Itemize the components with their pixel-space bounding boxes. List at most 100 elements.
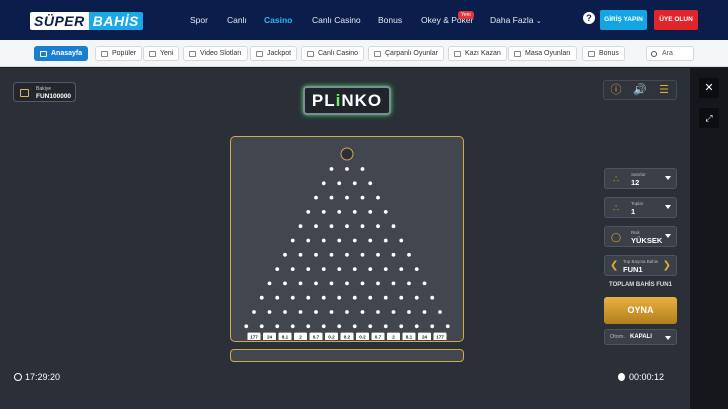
peg [368, 238, 373, 243]
peg [283, 252, 287, 257]
peg [360, 224, 365, 229]
category-label: Çarpanlı Oyunlar [385, 50, 438, 57]
play-button[interactable]: OYNA [604, 297, 677, 324]
peg [368, 324, 373, 329]
peg [259, 324, 264, 329]
signup-button[interactable]: ÜYE OLUN [654, 10, 698, 30]
rows-select[interactable]: ∴ Satırlar 12 [604, 168, 677, 189]
peg [290, 324, 295, 329]
peg [298, 224, 303, 229]
total-bet: TOPLAM BAHİS FUN1 [609, 282, 672, 288]
multiplier-label: 24 [267, 335, 273, 340]
category-masa-oyunlari[interactable]: Masa Oyunları [508, 46, 577, 61]
peg [329, 167, 334, 171]
nav-bonus[interactable]: Bonus [378, 15, 402, 25]
peg [306, 267, 311, 271]
multiplier-slot: 24 [263, 332, 276, 340]
help-button[interactable]: ? [583, 12, 595, 24]
category-bonus[interactable]: Bonus [582, 46, 625, 61]
multiplier-slot: 0.2 [325, 332, 338, 340]
peg [275, 295, 280, 300]
autoplay-select[interactable]: Otom. KAPALI [604, 329, 677, 345]
risk-select[interactable]: ◯ Risk YÜKSEK [604, 226, 677, 247]
category-label: Bonus [599, 50, 619, 57]
peg [290, 238, 295, 243]
plinko-board: 177 24 8.1 2 0.7 0.2 0.2 0.2 0.7 2 8.1 24 177 [230, 136, 464, 342]
peg [337, 238, 342, 243]
category-carpanli-oyunlar[interactable]: Çarpanlı Oyunlar [368, 46, 444, 61]
multiplier-slot: 0.2 [356, 332, 369, 340]
peg [376, 281, 380, 286]
multiplier-label: 8.1 [282, 335, 289, 340]
multiplier-label: 2 [392, 335, 395, 340]
peg [290, 295, 295, 300]
category-jackpot[interactable]: Jackpot [250, 46, 298, 61]
peg [314, 224, 318, 229]
close-icon[interactable]: ✕ [699, 78, 719, 98]
rows-value: 12 [631, 178, 640, 187]
category-yeni[interactable]: Yeni [143, 46, 180, 61]
peg [360, 195, 365, 200]
search-placeholder: Ara [662, 50, 673, 57]
peg [329, 310, 334, 314]
peg [399, 238, 404, 243]
chevron-right-icon[interactable]: ❯ [663, 260, 671, 272]
chevron-down-icon [665, 176, 671, 180]
search-input[interactable]: Ara [646, 46, 694, 61]
nav-canli-casino[interactable]: Canlı Casino [312, 15, 361, 25]
login-button[interactable]: GİRİŞ YAPIN [600, 10, 647, 30]
peg [329, 281, 334, 286]
peg [399, 324, 404, 329]
peg-field: 177 24 8.1 2 0.7 0.2 0.2 0.2 0.7 2 8.1 24 177 [244, 147, 450, 340]
category-label: Popüler [112, 50, 137, 57]
chevron-down-icon: ⌄ [535, 18, 542, 25]
nav-spor[interactable]: Spor [190, 15, 208, 25]
chevron-left-icon[interactable]: ❮ [610, 260, 618, 272]
multiplier-slot: 0.2 [340, 332, 354, 340]
peg [267, 281, 272, 286]
multiplier-slot: 2 [294, 332, 307, 340]
peg [383, 324, 388, 329]
peg [414, 324, 419, 329]
category-label: Canlı Casino [318, 50, 359, 57]
peg [360, 310, 365, 314]
peg [352, 324, 357, 329]
site-logo[interactable]: SÜPER BAHİS [30, 11, 143, 30]
category-video-slotlari[interactable]: Video Slotları [183, 46, 248, 61]
peg [376, 252, 380, 257]
multiplier-label: 0.2 [328, 335, 335, 340]
sound-icon[interactable]: 🔊 [631, 83, 649, 98]
rows-label: Satırlar [631, 172, 646, 177]
menu-icon[interactable]: ☰ [655, 83, 673, 98]
nav-daha-fazla[interactable]: Daha Fazla ⌄ [490, 15, 542, 25]
multiplier-label: 24 [422, 335, 428, 340]
nav-canli[interactable]: Canlı [227, 15, 247, 25]
peg [252, 310, 256, 314]
peg [422, 281, 427, 286]
category-anasayfa[interactable]: Anasayfa [34, 46, 89, 61]
table-games-icon [514, 50, 521, 57]
peg [399, 295, 404, 300]
gamepad-icon [40, 50, 47, 57]
balance-box: Bakiye FUN100000 [13, 82, 76, 102]
autoplay-value: KAPALI [630, 334, 652, 340]
live-casino-icon [307, 50, 314, 57]
clock-value: 17:29:20 [25, 372, 61, 382]
clock-icon [14, 373, 22, 381]
multiplier-label: 0.2 [344, 335, 351, 340]
peg [290, 267, 295, 271]
balls-select[interactable]: ∴ Toplar 1 [604, 197, 677, 218]
category-kazi-kazan[interactable]: Kazı Kazan [448, 46, 507, 61]
category-populer[interactable]: Popüler [95, 46, 143, 61]
nav-daha-fazla-label: Daha Fazla [490, 15, 534, 25]
multiplier-slot: 2 [387, 332, 400, 340]
info-icon[interactable]: ⓘ [607, 83, 625, 98]
bet-value: FUN1 [623, 265, 643, 274]
ball-drop-hole [340, 147, 354, 161]
category-label: Video Slotları [200, 50, 242, 57]
nav-casino[interactable]: Casino [264, 15, 292, 25]
multiplier-label: 2 [299, 335, 302, 340]
category-canli-casino[interactable]: Canlı Casino [301, 46, 365, 61]
game-controls: ⓘ 🔊 ☰ [603, 80, 677, 100]
fullscreen-icon[interactable]: ⤢ [699, 108, 719, 128]
